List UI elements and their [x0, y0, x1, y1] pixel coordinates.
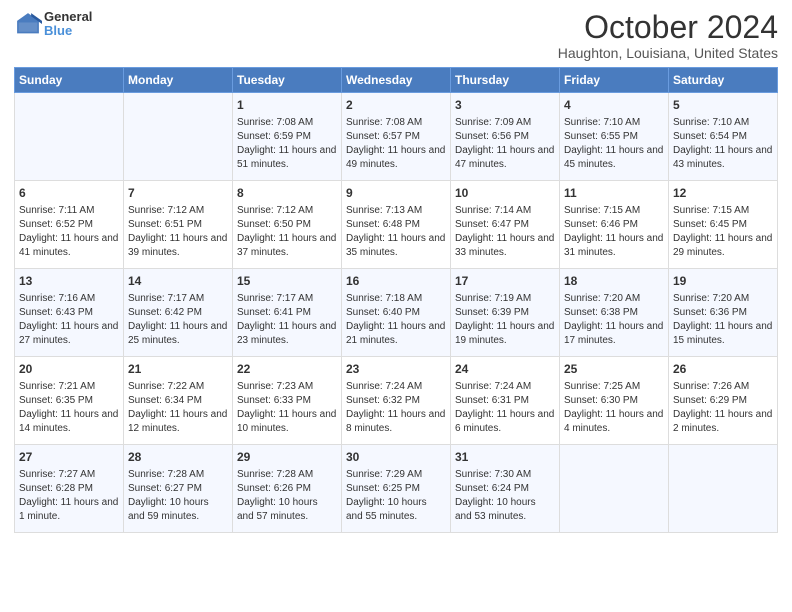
day-number: 26: [673, 361, 773, 378]
table-row: 20Sunrise: 7:21 AMSunset: 6:35 PMDayligh…: [15, 357, 124, 445]
day-number: 24: [455, 361, 555, 378]
table-row: 25Sunrise: 7:25 AMSunset: 6:30 PMDayligh…: [560, 357, 669, 445]
day-number: 10: [455, 185, 555, 202]
table-row: 31Sunrise: 7:30 AMSunset: 6:24 PMDayligh…: [451, 445, 560, 533]
table-row: 13Sunrise: 7:16 AMSunset: 6:43 PMDayligh…: [15, 269, 124, 357]
table-row: [15, 93, 124, 181]
logo-icon: [14, 10, 42, 38]
table-row: 19Sunrise: 7:20 AMSunset: 6:36 PMDayligh…: [669, 269, 778, 357]
day-number: 28: [128, 449, 228, 466]
day-number: 21: [128, 361, 228, 378]
day-number: 18: [564, 273, 664, 290]
table-row: 28Sunrise: 7:28 AMSunset: 6:27 PMDayligh…: [124, 445, 233, 533]
day-number: 25: [564, 361, 664, 378]
day-number: 16: [346, 273, 446, 290]
day-number: 20: [19, 361, 119, 378]
day-number: 12: [673, 185, 773, 202]
table-row: [124, 93, 233, 181]
table-row: 3Sunrise: 7:09 AMSunset: 6:56 PMDaylight…: [451, 93, 560, 181]
day-number: 2: [346, 97, 446, 114]
page: General Blue October 2024 Haughton, Loui…: [0, 0, 792, 612]
day-number: 8: [237, 185, 337, 202]
day-number: 19: [673, 273, 773, 290]
col-thursday: Thursday: [451, 68, 560, 93]
table-row: 10Sunrise: 7:14 AMSunset: 6:47 PMDayligh…: [451, 181, 560, 269]
table-row: 18Sunrise: 7:20 AMSunset: 6:38 PMDayligh…: [560, 269, 669, 357]
title-block: October 2024 Haughton, Louisiana, United…: [558, 10, 778, 61]
table-row: [669, 445, 778, 533]
logo: General Blue: [14, 10, 92, 39]
day-number: 1: [237, 97, 337, 114]
table-row: 9Sunrise: 7:13 AMSunset: 6:48 PMDaylight…: [342, 181, 451, 269]
day-number: 29: [237, 449, 337, 466]
day-number: 7: [128, 185, 228, 202]
table-row: 11Sunrise: 7:15 AMSunset: 6:46 PMDayligh…: [560, 181, 669, 269]
table-row: 8Sunrise: 7:12 AMSunset: 6:50 PMDaylight…: [233, 181, 342, 269]
table-row: 27Sunrise: 7:27 AMSunset: 6:28 PMDayligh…: [15, 445, 124, 533]
day-number: 5: [673, 97, 773, 114]
table-row: 12Sunrise: 7:15 AMSunset: 6:45 PMDayligh…: [669, 181, 778, 269]
day-number: 23: [346, 361, 446, 378]
day-number: 4: [564, 97, 664, 114]
table-row: 5Sunrise: 7:10 AMSunset: 6:54 PMDaylight…: [669, 93, 778, 181]
table-row: 22Sunrise: 7:23 AMSunset: 6:33 PMDayligh…: [233, 357, 342, 445]
table-row: 23Sunrise: 7:24 AMSunset: 6:32 PMDayligh…: [342, 357, 451, 445]
day-number: 30: [346, 449, 446, 466]
calendar-body: 1Sunrise: 7:08 AMSunset: 6:59 PMDaylight…: [15, 93, 778, 533]
col-saturday: Saturday: [669, 68, 778, 93]
table-row: [560, 445, 669, 533]
col-monday: Monday: [124, 68, 233, 93]
table-row: 16Sunrise: 7:18 AMSunset: 6:40 PMDayligh…: [342, 269, 451, 357]
col-wednesday: Wednesday: [342, 68, 451, 93]
day-number: 3: [455, 97, 555, 114]
day-number: 27: [19, 449, 119, 466]
page-title: October 2024: [558, 10, 778, 45]
day-number: 6: [19, 185, 119, 202]
table-row: 7Sunrise: 7:12 AMSunset: 6:51 PMDaylight…: [124, 181, 233, 269]
calendar-table: Sunday Monday Tuesday Wednesday Thursday…: [14, 67, 778, 533]
logo-line1: General: [44, 10, 92, 24]
table-row: 15Sunrise: 7:17 AMSunset: 6:41 PMDayligh…: [233, 269, 342, 357]
day-number: 22: [237, 361, 337, 378]
table-row: 4Sunrise: 7:10 AMSunset: 6:55 PMDaylight…: [560, 93, 669, 181]
table-row: 6Sunrise: 7:11 AMSunset: 6:52 PMDaylight…: [15, 181, 124, 269]
day-number: 11: [564, 185, 664, 202]
table-row: 21Sunrise: 7:22 AMSunset: 6:34 PMDayligh…: [124, 357, 233, 445]
logo-text: General Blue: [44, 10, 92, 39]
day-number: 15: [237, 273, 337, 290]
col-tuesday: Tuesday: [233, 68, 342, 93]
day-number: 31: [455, 449, 555, 466]
day-number: 17: [455, 273, 555, 290]
col-friday: Friday: [560, 68, 669, 93]
header: General Blue October 2024 Haughton, Loui…: [14, 10, 778, 61]
table-row: 26Sunrise: 7:26 AMSunset: 6:29 PMDayligh…: [669, 357, 778, 445]
calendar-header: Sunday Monday Tuesday Wednesday Thursday…: [15, 68, 778, 93]
table-row: 1Sunrise: 7:08 AMSunset: 6:59 PMDaylight…: [233, 93, 342, 181]
table-row: 2Sunrise: 7:08 AMSunset: 6:57 PMDaylight…: [342, 93, 451, 181]
day-number: 13: [19, 273, 119, 290]
page-subtitle: Haughton, Louisiana, United States: [558, 45, 778, 61]
table-row: 24Sunrise: 7:24 AMSunset: 6:31 PMDayligh…: [451, 357, 560, 445]
day-number: 9: [346, 185, 446, 202]
table-row: 14Sunrise: 7:17 AMSunset: 6:42 PMDayligh…: [124, 269, 233, 357]
table-row: 30Sunrise: 7:29 AMSunset: 6:25 PMDayligh…: [342, 445, 451, 533]
day-number: 14: [128, 273, 228, 290]
logo-line2: Blue: [44, 24, 92, 38]
col-sunday: Sunday: [15, 68, 124, 93]
table-row: 17Sunrise: 7:19 AMSunset: 6:39 PMDayligh…: [451, 269, 560, 357]
table-row: 29Sunrise: 7:28 AMSunset: 6:26 PMDayligh…: [233, 445, 342, 533]
